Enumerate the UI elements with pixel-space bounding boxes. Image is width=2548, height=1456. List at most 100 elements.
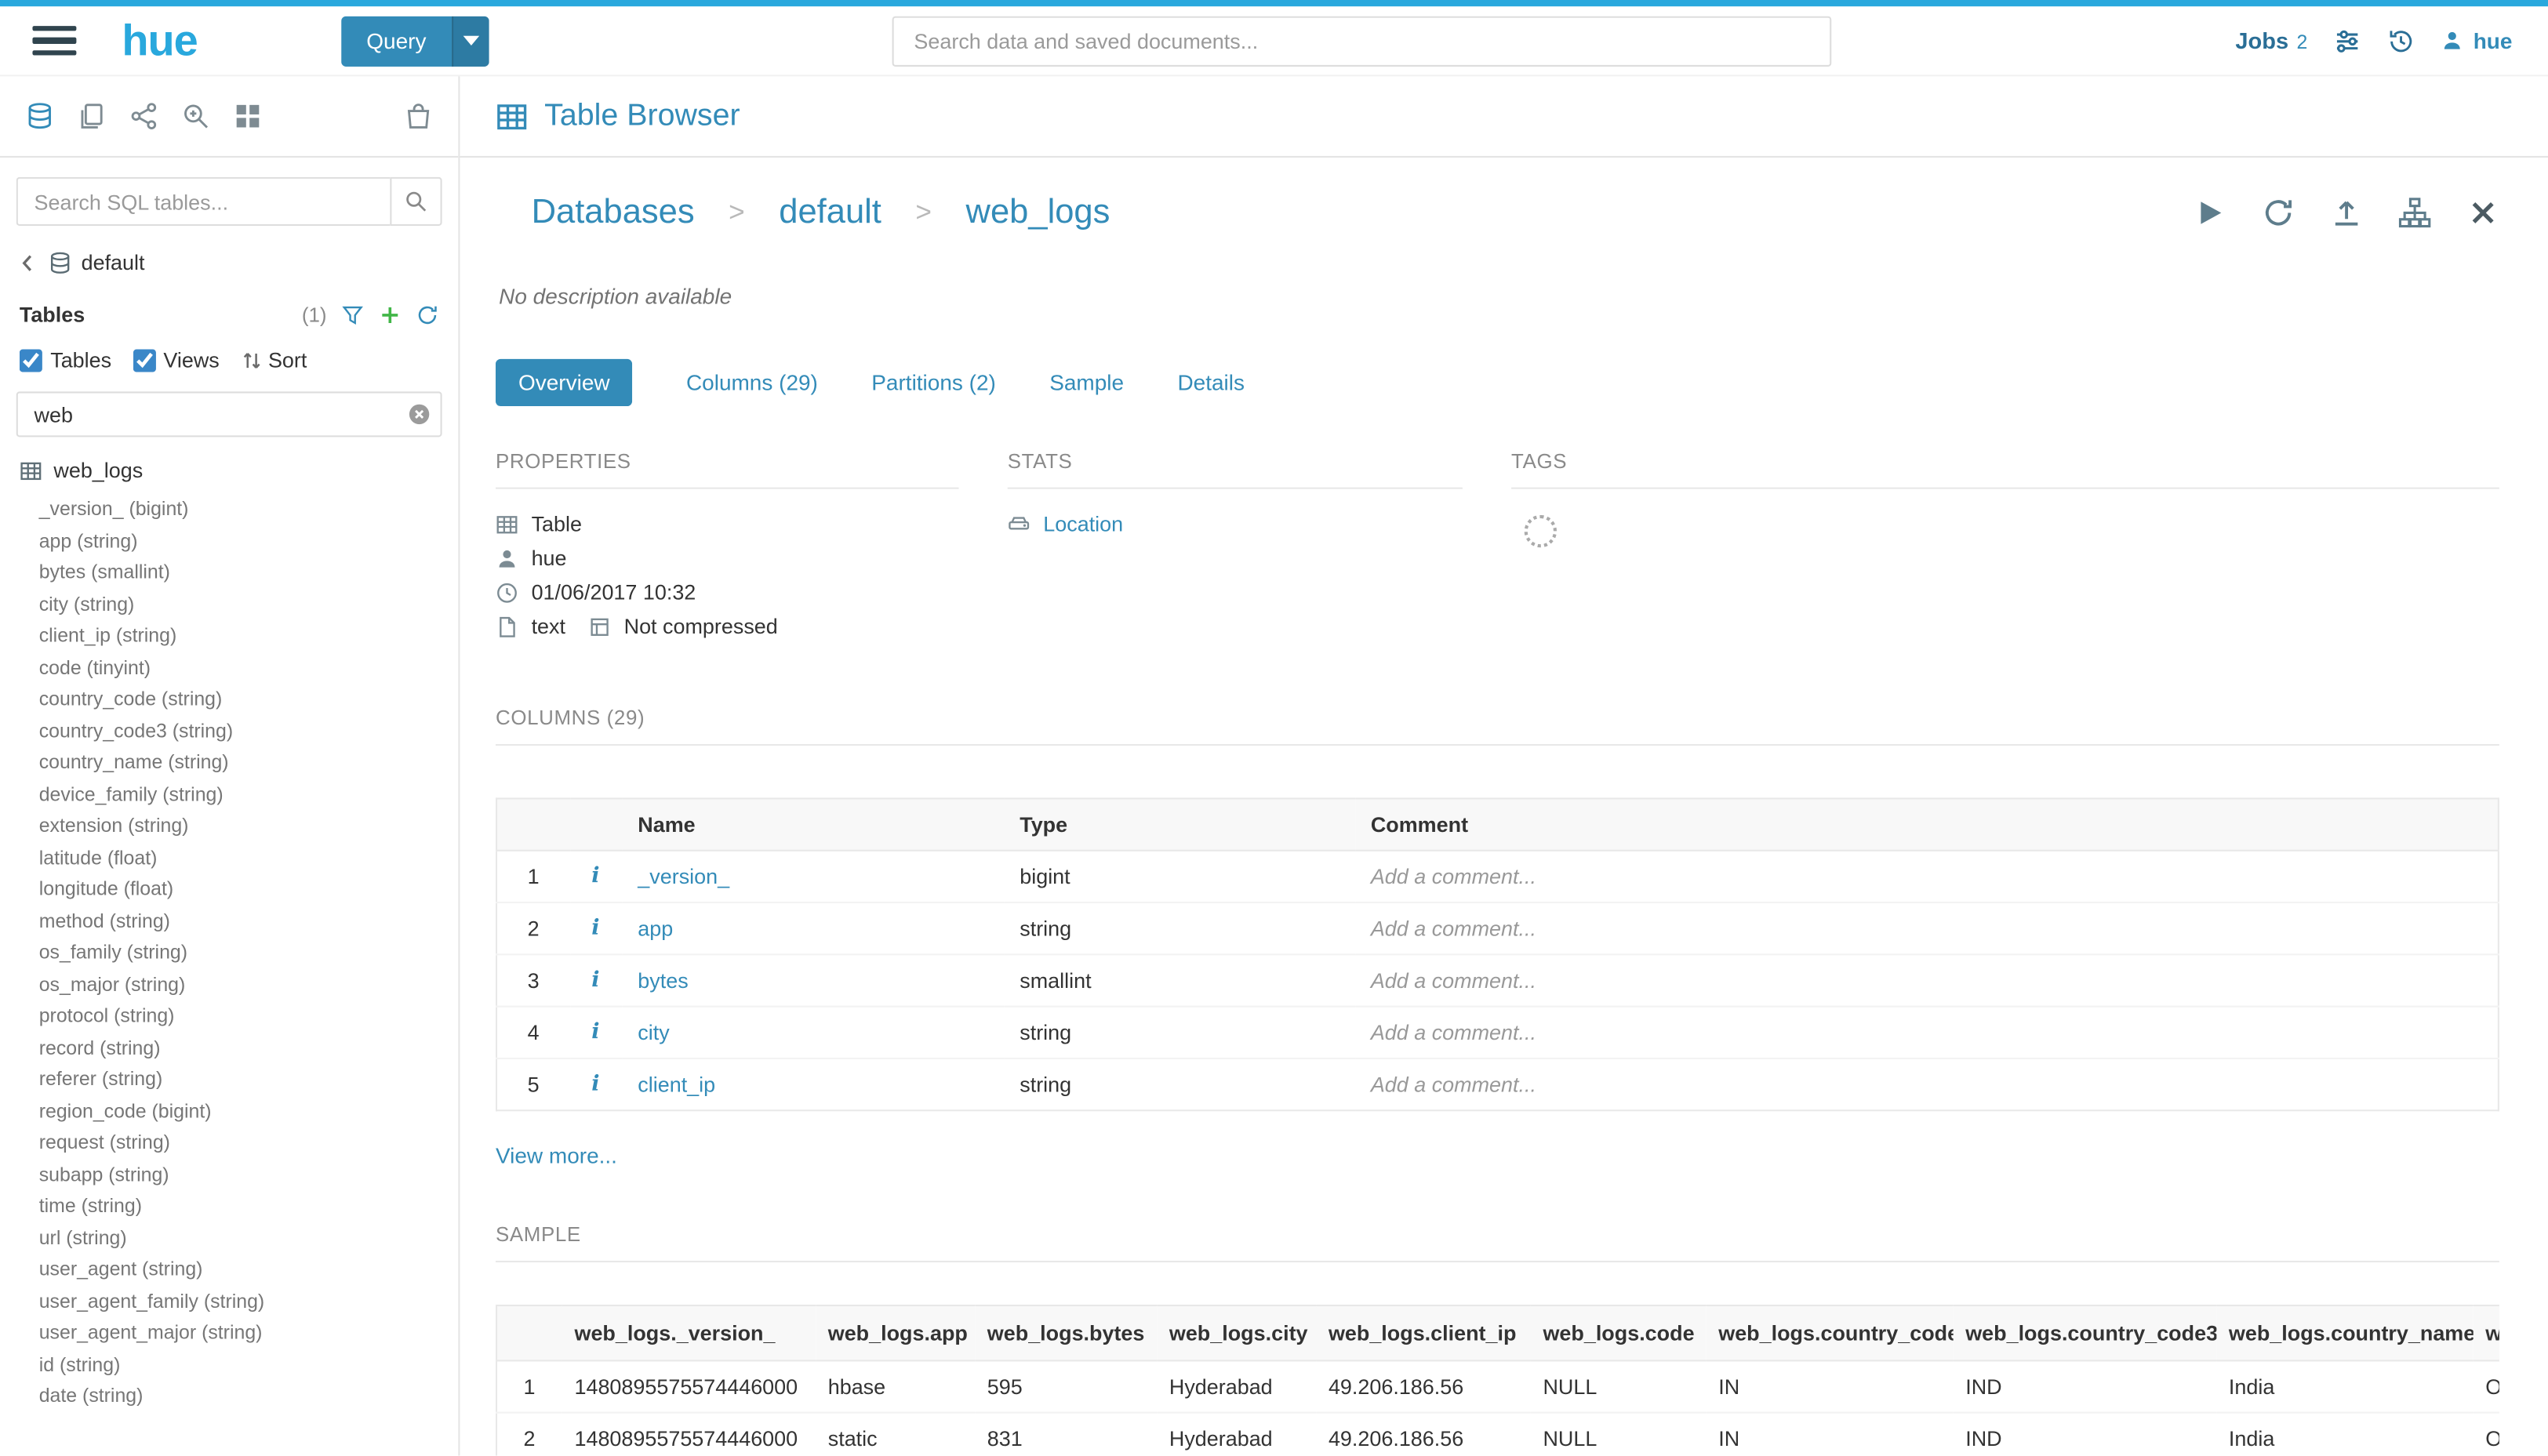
sidebar-column-item[interactable]: region_code (bigint) — [39, 1096, 442, 1127]
tables-checkbox[interactable] — [20, 348, 42, 371]
sidebar-column-item[interactable]: protocol (string) — [39, 1000, 442, 1032]
sidebar-column-item[interactable]: client_ip (string) — [39, 621, 442, 652]
current-database-name[interactable]: default — [82, 250, 145, 274]
sidebar-column-item[interactable]: device_family (string) — [39, 779, 442, 811]
clear-filter-icon[interactable] — [408, 403, 431, 426]
info-icon[interactable]: i — [569, 1007, 621, 1058]
user-menu[interactable]: hue — [2441, 28, 2512, 53]
user-icon — [2441, 29, 2463, 52]
upload-icon[interactable] — [2330, 197, 2362, 229]
database-breadcrumb-row[interactable]: default — [16, 250, 442, 274]
column-comment-input[interactable]: Add a comment... — [1354, 1007, 2499, 1058]
column-comment-input[interactable]: Add a comment... — [1354, 1058, 2499, 1110]
sidebar-column-item[interactable]: _version_ (bigint) — [39, 494, 442, 525]
tab-overview[interactable]: Overview — [496, 359, 633, 406]
sample-header: web_logs.country_name — [2215, 1305, 2472, 1360]
sidebar-column-item[interactable]: id (string) — [39, 1349, 442, 1381]
chevron-left-icon[interactable] — [16, 251, 39, 274]
column-name-link[interactable]: bytes — [638, 968, 688, 993]
sidebar-column-item[interactable]: method (string) — [39, 906, 442, 937]
sidebar-column-item[interactable]: os_family (string) — [39, 938, 442, 969]
sidebar-column-item[interactable]: user_agent_family (string) — [39, 1286, 442, 1317]
info-icon[interactable]: i — [569, 902, 621, 954]
location-link[interactable]: Location — [1043, 512, 1123, 536]
query-button[interactable]: Query — [340, 16, 489, 66]
tab-details[interactable]: Details — [1177, 370, 1245, 394]
tab-columns-29[interactable]: Columns (29) — [686, 370, 818, 394]
refresh-icon[interactable] — [2262, 197, 2294, 229]
column-name-link[interactable]: client_ip — [638, 1073, 715, 1097]
sidebar-column-item[interactable]: app (string) — [39, 525, 442, 557]
view-more-link[interactable]: View more... — [496, 1144, 617, 1168]
breadcrumb-item-default[interactable]: default — [779, 194, 881, 233]
refresh-tables-icon[interactable] — [416, 303, 438, 325]
sidebar-column-item[interactable]: date (string) — [39, 1381, 442, 1412]
breadcrumb-item-web_logs[interactable]: web_logs — [966, 194, 1110, 233]
sidebar-column-item[interactable]: time (string) — [39, 1191, 442, 1222]
hamburger-menu-icon[interactable] — [32, 19, 76, 62]
hue-logo[interactable]: hue — [122, 16, 197, 66]
column-name-link[interactable]: _version_ — [638, 864, 729, 888]
sitemap-icon[interactable] — [2398, 197, 2430, 229]
global-search-wrap — [489, 16, 2235, 66]
sidebar-table-name[interactable]: web_logs — [53, 458, 143, 482]
column-comment-input[interactable]: Add a comment... — [1354, 851, 2499, 902]
info-icon[interactable]: i — [569, 1058, 621, 1110]
sidebar-column-item[interactable]: user_agent (string) — [39, 1254, 442, 1286]
sort-control[interactable]: Sort — [241, 347, 307, 372]
sidebar-column-item[interactable]: country_name (string) — [39, 747, 442, 779]
sidebar-column-item[interactable]: url (string) — [39, 1222, 442, 1254]
views-filter[interactable]: Views — [133, 347, 220, 372]
user-icon — [496, 546, 518, 569]
breadcrumb-item-Databases[interactable]: Databases — [532, 194, 695, 233]
info-icon[interactable]: i — [569, 954, 621, 1006]
table-filter-input[interactable] — [16, 391, 442, 437]
global-search-input[interactable] — [892, 16, 1832, 66]
documents-icon[interactable] — [78, 103, 105, 130]
tab-partitions-2[interactable]: Partitions (2) — [871, 370, 996, 394]
sidebar-column-item[interactable]: latitude (float) — [39, 842, 442, 873]
sidebar-table-entry[interactable]: web_logs — [20, 458, 439, 482]
sidebar-column-item[interactable]: request (string) — [39, 1127, 442, 1159]
sidebar-column-item[interactable]: code (tinyint) — [39, 652, 442, 684]
sliders-icon[interactable] — [2334, 27, 2361, 54]
jobs-link[interactable]: Jobs 2 — [2235, 27, 2307, 53]
column-name-link[interactable]: city — [638, 1020, 669, 1044]
share-graph-icon[interactable] — [130, 103, 158, 130]
tab-sample[interactable]: Sample — [1049, 370, 1124, 394]
sql-tables-search-input[interactable] — [16, 177, 391, 226]
sidebar-column-item[interactable]: referer (string) — [39, 1064, 442, 1095]
column-name-link[interactable]: app — [638, 917, 673, 941]
sidebar-column-item[interactable]: os_major (string) — [39, 969, 442, 1000]
views-checkbox[interactable] — [133, 348, 155, 371]
bag-icon[interactable] — [405, 103, 432, 130]
apps-grid-icon[interactable] — [234, 103, 261, 130]
column-comment-input[interactable]: Add a comment... — [1354, 954, 2499, 1006]
tables-filter[interactable]: Tables — [20, 347, 111, 372]
sidebar-column-item[interactable]: country_code3 (string) — [39, 716, 442, 747]
close-icon[interactable] — [2466, 197, 2499, 229]
add-table-icon[interactable] — [379, 303, 402, 325]
columns-section-heading: COLUMNS (29) — [496, 706, 2499, 746]
sidebar-column-item[interactable]: country_code (string) — [39, 684, 442, 715]
sidebar-column-item[interactable]: city (string) — [39, 589, 442, 620]
play-icon[interactable] — [2194, 197, 2226, 229]
sidebar-search-button[interactable] — [390, 177, 442, 226]
history-icon[interactable] — [2387, 27, 2415, 54]
sidebar-column-item[interactable]: bytes (smallint) — [39, 557, 442, 589]
query-button-label[interactable]: Query — [340, 16, 452, 66]
sidebar-column-item[interactable]: user_agent_major (string) — [39, 1317, 442, 1349]
sidebar-column-item[interactable]: extension (string) — [39, 811, 442, 842]
sample-cell: 1480895575574446000 — [562, 1360, 815, 1412]
assist-app-tabs — [0, 76, 458, 158]
query-dropdown-caret[interactable] — [453, 16, 490, 66]
search-plus-icon[interactable] — [182, 103, 209, 130]
sql-assist-database-icon[interactable] — [26, 103, 53, 130]
sidebar-column-item[interactable]: subapp (string) — [39, 1159, 442, 1190]
info-icon[interactable]: i — [569, 851, 621, 902]
sample-cell: static — [815, 1413, 974, 1456]
column-comment-input[interactable]: Add a comment... — [1354, 902, 2499, 954]
sidebar-column-item[interactable]: longitude (float) — [39, 874, 442, 906]
filter-funnel-icon[interactable] — [341, 303, 364, 325]
sidebar-column-item[interactable]: record (string) — [39, 1033, 442, 1064]
